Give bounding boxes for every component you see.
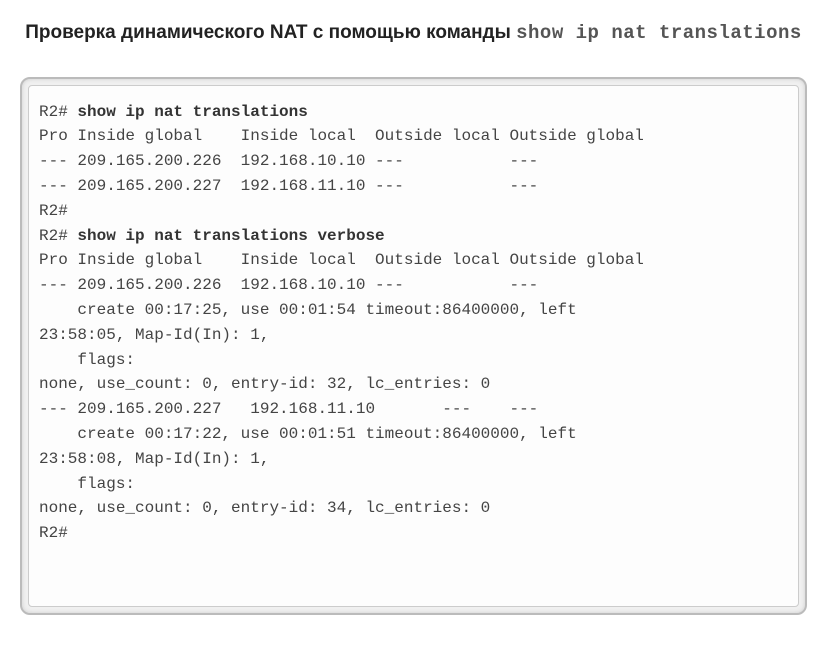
command-text: show ip nat translations verbose [77, 227, 384, 245]
terminal-frame: R2# show ip nat translations Pro Inside … [20, 77, 807, 615]
output-line: create 00:17:25, use 00:01:54 timeout:86… [39, 301, 577, 319]
title-text: Проверка динамического NAT с помощью ком… [25, 22, 516, 43]
output-line: --- 209.165.200.227 192.168.11.10 --- --… [39, 400, 538, 418]
page-title: Проверка динамического NAT с помощью ком… [20, 20, 807, 47]
terminal-output: R2# show ip nat translations Pro Inside … [28, 85, 799, 607]
output-line: Pro Inside global Inside local Outside l… [39, 127, 644, 145]
output-line: flags: [39, 351, 135, 369]
output-line: none, use_count: 0, entry-id: 32, lc_ent… [39, 375, 490, 393]
output-line: --- 209.165.200.226 192.168.10.10 --- --… [39, 276, 538, 294]
prompt: R2# [39, 524, 68, 542]
prompt: R2# [39, 227, 77, 245]
prompt: R2# [39, 202, 68, 220]
output-line: 23:58:08, Map-Id(In): 1, [39, 450, 269, 468]
prompt: R2# [39, 103, 77, 121]
output-line: 23:58:05, Map-Id(In): 1, [39, 326, 269, 344]
output-line: none, use_count: 0, entry-id: 34, lc_ent… [39, 499, 490, 517]
output-line: --- 209.165.200.227 192.168.11.10 --- --… [39, 177, 538, 195]
output-line: create 00:17:22, use 00:01:51 timeout:86… [39, 425, 577, 443]
command-text: show ip nat translations [77, 103, 307, 121]
title-command: show ip nat translations [516, 22, 802, 44]
output-line: flags: [39, 475, 135, 493]
output-line: Pro Inside global Inside local Outside l… [39, 251, 644, 269]
output-line: --- 209.165.200.226 192.168.10.10 --- --… [39, 152, 538, 170]
